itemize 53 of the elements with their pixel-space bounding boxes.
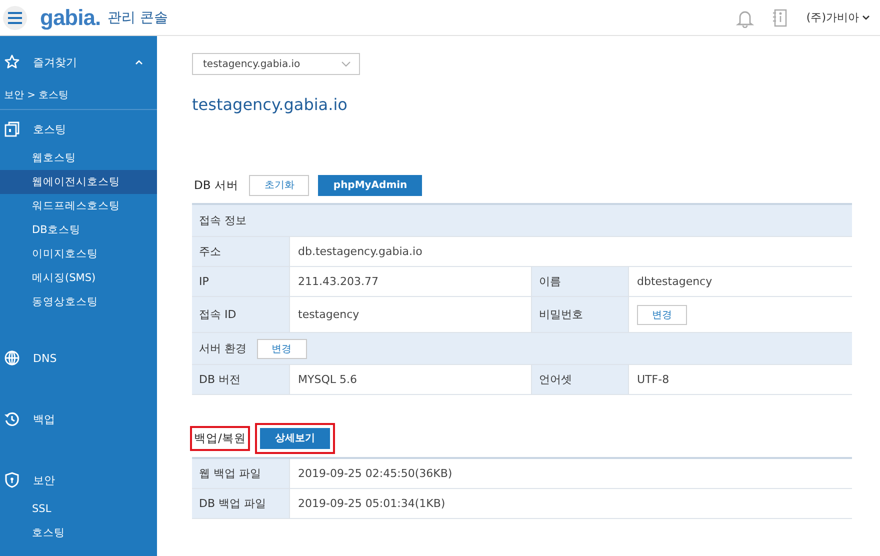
sidebar-item[interactable]: SSL bbox=[0, 497, 157, 521]
sidebar-item[interactable]: 호스팅 bbox=[0, 521, 157, 545]
sidebar-item[interactable]: 웹호스팅 bbox=[0, 146, 157, 170]
table-cell: 웹 백업 파일 bbox=[192, 459, 290, 488]
site-title: testagency.gabia.io bbox=[192, 95, 348, 116]
shield-icon bbox=[4, 472, 20, 488]
table-cell-text: dbtestagency bbox=[636, 274, 714, 290]
breadcrumb: 보안 > 호스팅 bbox=[0, 88, 157, 110]
table-cell: DB 백업 파일 bbox=[192, 489, 290, 518]
table-cell-text: 2019-09-25 02:45:50(36KB) bbox=[297, 466, 454, 482]
table-cell-text: UTF-8 bbox=[636, 372, 670, 388]
user-menu[interactable]: (주)가비아 bbox=[806, 10, 870, 25]
sidebar-item[interactable]: 동영상호스팅 bbox=[0, 290, 157, 314]
sidebar-item[interactable]: DNS bbox=[33, 352, 57, 364]
reset-button[interactable]: 초기화 bbox=[249, 174, 310, 196]
history-icon bbox=[4, 411, 20, 427]
logo[interactable]: gabia. bbox=[40, 4, 101, 30]
sidebar-item[interactable]: 백업 bbox=[33, 412, 55, 426]
phpmyadmin-button[interactable]: phpMyAdmin bbox=[318, 174, 422, 196]
table-cell-text: db.testagency.gabia.io bbox=[297, 244, 424, 260]
sidebar-item[interactable]: 워드프레스호스팅 bbox=[0, 194, 157, 218]
globe-icon bbox=[4, 350, 20, 366]
table-cell: 접속 ID bbox=[192, 297, 290, 332]
table-cell: 비밀번호 bbox=[532, 297, 629, 332]
section-header: 서버 환경 bbox=[199, 341, 246, 356]
star-icon bbox=[4, 54, 20, 70]
menu-button[interactable] bbox=[3, 6, 27, 30]
section-title: DB 서버 bbox=[193, 176, 240, 194]
menu-icon bbox=[8, 12, 22, 24]
section-header: 접속 정보 bbox=[199, 213, 246, 228]
domain-select[interactable]: testagency.gabia.io bbox=[192, 53, 360, 75]
sidebar-item[interactable]: 메시징(SMS) bbox=[0, 266, 157, 290]
sidebar-item[interactable]: 즐겨찾기 bbox=[33, 54, 77, 70]
details-button[interactable]: 상세보기 bbox=[260, 428, 330, 448]
caret-icon bbox=[862, 14, 870, 20]
change-button[interactable]: 변경 bbox=[256, 338, 306, 358]
sidebar-item[interactable]: 보안 bbox=[33, 472, 55, 488]
table-cell: 주소 bbox=[192, 237, 290, 266]
section-title: 백업/복원 bbox=[192, 428, 248, 448]
table-cell-text: 2019-09-25 05:01:34(1KB) bbox=[297, 496, 446, 512]
table-cell: 언어셋 bbox=[532, 365, 629, 394]
table-cell: 이름 bbox=[532, 267, 629, 296]
sidebar-item[interactable]: 웹에이전시호스팅 bbox=[0, 170, 157, 194]
pages-icon bbox=[4, 121, 20, 137]
sidebar-item[interactable]: 이미지호스팅 bbox=[0, 242, 157, 266]
caret-icon[interactable] bbox=[135, 59, 143, 65]
table-cell: DB 버전 bbox=[192, 365, 290, 394]
app-title: 관리 콘솔 bbox=[108, 8, 168, 26]
chevron-down-icon bbox=[341, 61, 351, 67]
table-cell: IP bbox=[192, 267, 290, 296]
sidebar-item[interactable]: DB호스팅 bbox=[0, 218, 157, 242]
change-button[interactable]: 변경 bbox=[637, 304, 687, 324]
sidebar-item[interactable]: 호스팅 bbox=[33, 122, 66, 136]
